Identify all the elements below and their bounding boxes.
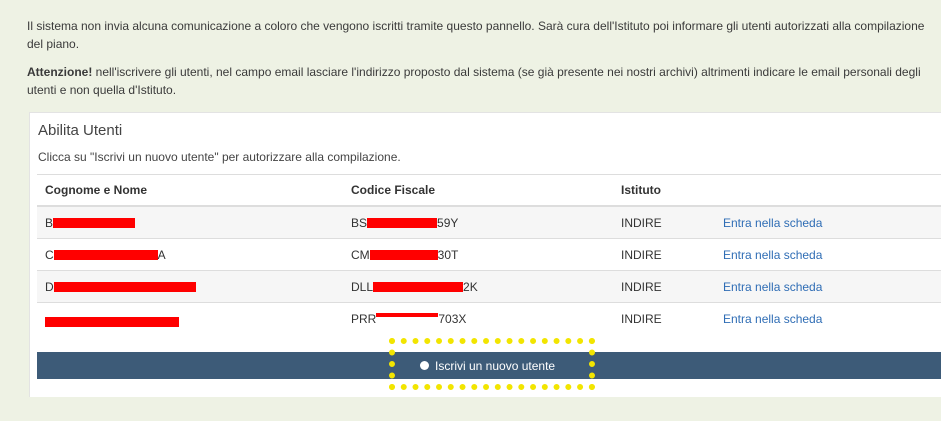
table-row: CA CM 30T INDIRE Entra nella scheda: [37, 238, 941, 271]
redaction-bar: [45, 316, 179, 327]
users-table: Cognome e Nome Codice Fiscale Istituto B…: [37, 174, 941, 334]
table-row: B BS 59Y INDIRE Entra nella scheda: [37, 205, 941, 239]
warning-label: Attenzione!: [27, 65, 93, 79]
name-tail-text: A: [157, 247, 166, 262]
redaction-bar: [53, 281, 196, 292]
cf-suffix: 30T: [437, 247, 459, 262]
notice-info: Il sistema non invia alcuna comunicazion…: [27, 19, 925, 51]
cell-istituto: INDIRE: [621, 270, 723, 303]
cf-prefix: DLL: [351, 279, 374, 294]
enter-card-link[interactable]: Entra nella scheda: [723, 216, 822, 230]
panel-title: Abilita Utenti: [38, 122, 123, 139]
name-visible-text: B: [45, 215, 54, 230]
cf-prefix: CM: [351, 247, 370, 262]
cf-suffix: 59Y: [437, 215, 459, 230]
table-header-row: Cognome e Nome Codice Fiscale Istituto: [37, 174, 941, 207]
cell-action: Entra nella scheda: [723, 205, 941, 239]
action-bar: Iscrivi un nuovo utente: [37, 352, 941, 379]
cf-suffix: 2K: [463, 279, 478, 294]
name-visible-text: D: [45, 279, 54, 294]
redaction-bar: [369, 249, 438, 260]
notice-warning: Attenzione! nell'iscrivere gli utenti, n…: [27, 63, 932, 99]
cell-istituto: INDIRE: [621, 302, 723, 334]
enter-card-link[interactable]: Entra nella scheda: [723, 312, 822, 326]
cell-cf: BS 59Y: [351, 205, 621, 239]
cell-action: Entra nella scheda: [723, 302, 941, 334]
circle-icon: [420, 361, 429, 370]
header-name: Cognome e Nome: [37, 174, 351, 207]
cell-cf: CM 30T: [351, 238, 621, 271]
cf-prefix: BS: [351, 215, 368, 230]
enter-card-link[interactable]: Entra nella scheda: [723, 248, 822, 262]
users-panel: Abilita Utenti Clicca su "Iscrivi un nuo…: [29, 112, 941, 397]
enter-card-link[interactable]: Entra nella scheda: [723, 280, 822, 294]
cell-action: Entra nella scheda: [723, 270, 941, 303]
redaction-bar: [367, 217, 438, 228]
cell-istituto: INDIRE: [621, 205, 723, 239]
cf-suffix: 703X: [438, 311, 467, 326]
header-action: [723, 174, 941, 207]
panel-subtitle: Clicca su "Iscrivi un nuovo utente" per …: [38, 150, 401, 164]
header-istituto: Istituto: [621, 174, 723, 207]
redaction-bar: [373, 281, 464, 292]
cell-cf: DLL 2K: [351, 270, 621, 303]
table-row: PRR 703X INDIRE Entra nella scheda: [37, 302, 941, 334]
cell-name: [37, 302, 351, 334]
cell-istituto: INDIRE: [621, 238, 723, 271]
cell-name: D: [37, 270, 351, 303]
table-row: D DLL 2K INDIRE Entra nella scheda: [37, 270, 941, 303]
add-user-label: Iscrivi un nuovo utente: [435, 358, 556, 373]
redaction-bar: [376, 312, 439, 317]
header-cf: Codice Fiscale: [351, 174, 621, 207]
cf-prefix: PRR: [351, 311, 377, 326]
redaction-bar: [53, 217, 136, 228]
cell-name: B: [37, 205, 351, 239]
add-user-button[interactable]: Iscrivi un nuovo utente: [420, 352, 555, 379]
cell-name: CA: [37, 238, 351, 271]
name-visible-text: C: [45, 247, 54, 262]
cell-action: Entra nella scheda: [723, 238, 941, 271]
warning-text: nell'iscrivere gli utenti, nel campo ema…: [27, 65, 921, 97]
notice-text: Il sistema non invia alcuna comunicazion…: [27, 17, 932, 109]
cell-cf: PRR 703X: [351, 302, 621, 334]
redaction-bar: [53, 249, 158, 260]
